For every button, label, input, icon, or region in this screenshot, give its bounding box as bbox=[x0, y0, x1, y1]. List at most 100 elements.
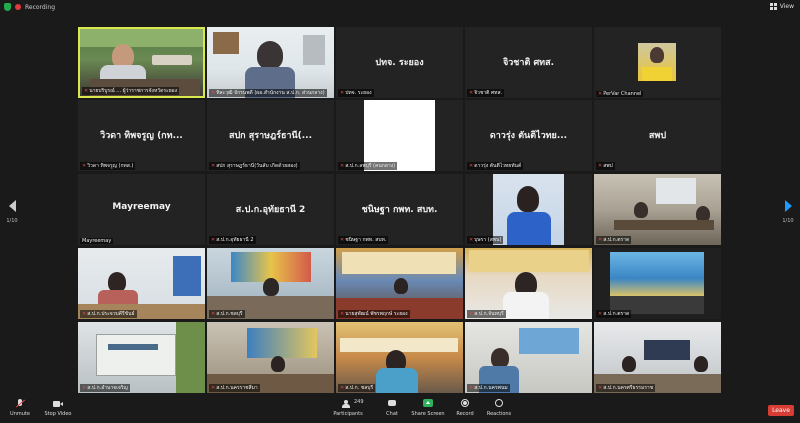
muted-mic-icon: ✕ bbox=[340, 163, 345, 169]
participant-name: ✕ นายสุพัฒน์ พัชรพฤกษ์ ระยอง bbox=[338, 310, 410, 318]
top-bar: Recording View bbox=[0, 0, 800, 16]
participant-name: ✕ ส.ป.ก.นครพนม bbox=[467, 384, 510, 392]
muted-mic-icon: ✕ bbox=[211, 385, 216, 391]
participant-video bbox=[78, 322, 205, 393]
participant-video bbox=[336, 322, 463, 393]
participant-name: ✕ ส.ป.ก.อำนาจเจริญ bbox=[80, 384, 130, 392]
participant-name: ✕ ส.ป.ก.นครศรีธรรมราช bbox=[596, 384, 656, 392]
participant-display-name: ดาวรุ่ง ตันติไวทย... bbox=[489, 131, 568, 141]
video-tile[interactable]: ✕ ส.ป.ก.นครราชสีมา bbox=[207, 322, 334, 393]
video-tile[interactable]: ✕ ส.ป.ก.ลพบุรี (คนกลาง) bbox=[336, 100, 463, 171]
participant-video bbox=[465, 322, 592, 393]
participant-video bbox=[594, 248, 721, 319]
white-video-frame bbox=[364, 100, 435, 171]
participant-name: ✕ ส.ป.ก.ประจวบคีรีขันธ์ bbox=[80, 310, 137, 318]
muted-mic-icon: ✕ bbox=[469, 311, 474, 317]
video-tile[interactable]: ดาวรุ่ง ตันติไวทย... ✕ ดาวรุ่ง ตันติไวทยท… bbox=[465, 100, 592, 171]
video-tile[interactable]: ✕ ส.ป.ก.ตราด bbox=[594, 174, 721, 245]
video-tile[interactable]: วิวดา ทิพจรูญ (กท... ✕ วิวดา ทิพจรูญ (กทส… bbox=[78, 100, 205, 171]
chevron-right-icon bbox=[784, 200, 792, 212]
participant-name: ✕ ทิสะวุฒิ จักรนพดี (ผอ.สำนักงาน ส.ป.ก. ส… bbox=[209, 89, 327, 97]
participant-name: ✕ ส.ป.ก.นครราชสีมา bbox=[209, 384, 260, 392]
participant-name: ✕ จิวชาติ ศทส. bbox=[467, 89, 505, 97]
participant-video bbox=[207, 248, 334, 319]
participant-video bbox=[78, 248, 205, 319]
muted-mic-icon: ✕ bbox=[211, 90, 216, 96]
participant-name: ✕ ปทจ. ระยอง bbox=[338, 89, 374, 97]
share-screen-label: Share Screen bbox=[411, 411, 445, 417]
participant-name: ✕ สพป bbox=[596, 162, 615, 170]
video-tile[interactable]: ✕ นายสุพัฒน์ พัชรพฤกษ์ ระยอง bbox=[336, 248, 463, 319]
muted-mic-icon: ✕ bbox=[598, 385, 603, 391]
muted-mic-icon: ✕ bbox=[82, 385, 87, 391]
muted-mic-icon: ✕ bbox=[469, 163, 474, 169]
video-tile[interactable]: จิวชาติ ศทส. ✕ จิวชาติ ศทส. bbox=[465, 27, 592, 98]
participant-name: ✕ วิวดา ทิพจรูญ (กทส.) bbox=[80, 162, 136, 170]
leave-button[interactable]: Leave bbox=[768, 405, 794, 416]
video-tile[interactable]: ✕ บุษรา (สพน) bbox=[465, 174, 592, 245]
stop-video-button[interactable]: Stop Video bbox=[38, 399, 78, 417]
participant-display-name: วิวดา ทิพจรูญ (กท... bbox=[100, 131, 183, 141]
participant-video bbox=[336, 248, 463, 319]
smiley-face-icon bbox=[493, 399, 505, 409]
previous-page-button[interactable]: 1/10 bbox=[2, 200, 22, 224]
video-tile[interactable]: ปทจ. ระยอง ✕ ปทจ. ระยอง bbox=[336, 27, 463, 98]
recording-indicator[interactable]: Recording bbox=[4, 3, 55, 11]
video-tile[interactable]: ✕ PerVar Channel bbox=[594, 27, 721, 98]
muted-mic-icon: ✕ bbox=[469, 90, 474, 96]
participant-name: ✕ บุษรา (สพน) bbox=[467, 236, 504, 244]
participant-name: ✕ ส.ป.ก. ชลบุรี bbox=[338, 384, 376, 392]
video-tile[interactable]: สพป ✕ สพป bbox=[594, 100, 721, 171]
recording-label: Recording bbox=[25, 3, 56, 11]
view-button[interactable]: View bbox=[769, 3, 794, 10]
next-page-button[interactable]: 1/10 bbox=[778, 200, 798, 224]
video-tile[interactable]: ✕ ส.ป.ก.ชลบุรี bbox=[207, 248, 334, 319]
video-tile[interactable]: Mayreemay Mayreemay bbox=[78, 174, 205, 245]
participant-name: ✕ ส.ป.ก.จันทบุรี bbox=[467, 310, 506, 318]
video-tile-active-speaker[interactable]: ✕ นายบริบูรณ์ ... ผู้ว่าราชการจังหวัดระยอ… bbox=[78, 27, 205, 98]
muted-mic-icon: ✕ bbox=[211, 311, 216, 317]
security-shield-icon[interactable] bbox=[4, 3, 11, 11]
participant-name: ✕ ส.ป.ก.ชลบุรี bbox=[209, 310, 245, 318]
participant-name: ✕ นายบริบูรณ์ ... ผู้ว่าราชการจังหวัดระยอ… bbox=[82, 87, 180, 95]
video-tile[interactable]: ✕ ส.ป.ก.นครศรีธรรมราช bbox=[594, 322, 721, 393]
muted-mic-icon: ✕ bbox=[82, 311, 87, 317]
muted-mic-icon: ✕ bbox=[598, 237, 603, 243]
video-tile[interactable]: ✕ ทิสะวุฒิ จักรนพดี (ผอ.สำนักงาน ส.ป.ก. ส… bbox=[207, 27, 334, 98]
participant-video bbox=[465, 248, 592, 319]
video-tile[interactable]: ✕ ส.ป.ก.อำนาจเจริญ bbox=[78, 322, 205, 393]
video-tile[interactable]: ส.ป.ก.อุทัยธานี 2 ✕ ส.ป.ก.อุทัยธานี 2 bbox=[207, 174, 334, 245]
meeting-controls-bar: Unmute Stop Video 249 Participants Chat … bbox=[0, 396, 800, 423]
reactions-button[interactable]: Reactions bbox=[479, 399, 519, 417]
participant-display-name: ชนิษฐา กพท. สบท. bbox=[361, 205, 438, 215]
muted-mic-icon: ✕ bbox=[469, 385, 474, 391]
video-tile[interactable]: ✕ ส.ป.ก. ชลบุรี bbox=[336, 322, 463, 393]
share-screen-icon bbox=[422, 399, 434, 409]
participant-video bbox=[594, 174, 721, 245]
participants-button[interactable]: 249 Participants bbox=[328, 399, 368, 417]
video-tile[interactable]: ✕ ส.ป.ก.นครพนม bbox=[465, 322, 592, 393]
page-indicator-left: 1/10 bbox=[6, 218, 18, 224]
profile-picture bbox=[638, 43, 676, 81]
muted-mic-icon: ✕ bbox=[598, 311, 603, 317]
share-screen-button[interactable]: Share Screen bbox=[408, 399, 448, 417]
video-tile[interactable]: ✕ ส.ป.ก.ประจวบคีรีขันธ์ bbox=[78, 248, 205, 319]
chat-bubble-icon bbox=[386, 399, 398, 409]
participant-name: ✕ ดาวรุ่ง ตันติไวทยทันต์ bbox=[467, 162, 524, 170]
participant-video bbox=[594, 322, 721, 393]
participant-display-name: ส.ป.ก.อุทัยธานี 2 bbox=[235, 205, 306, 215]
muted-mic-icon: ✕ bbox=[82, 163, 87, 169]
video-tile[interactable]: สปก สุราษฎร์ธานี(... ✕ สปก สุราษฎร์ธานี(ว… bbox=[207, 100, 334, 171]
video-tile[interactable]: ชนิษฐา กพท. สบท. ✕ ชนิษฐา กพท. สบท. bbox=[336, 174, 463, 245]
chat-button[interactable]: Chat bbox=[372, 399, 412, 417]
participant-display-name: ปทจ. ระยอง bbox=[375, 58, 424, 68]
participant-display-name: สปก สุราษฎร์ธานี(... bbox=[228, 131, 313, 141]
participants-icon: 249 bbox=[342, 399, 364, 409]
unmute-button[interactable]: Unmute bbox=[0, 399, 40, 417]
chevron-left-icon bbox=[8, 200, 16, 212]
participants-label: Participants bbox=[333, 411, 363, 417]
video-tile[interactable]: ✕ ส.ป.ก.จันทบุรี bbox=[465, 248, 592, 319]
video-tile[interactable]: ✕ ส.ป.ก.ตราด bbox=[594, 248, 721, 319]
participant-name: Mayreemay bbox=[80, 238, 114, 244]
view-label: View bbox=[779, 3, 794, 10]
